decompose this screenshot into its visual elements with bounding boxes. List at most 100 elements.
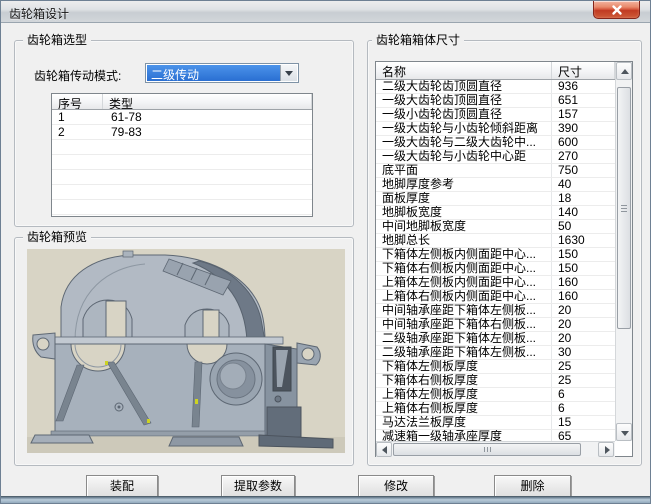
dimension-name: 下箱体左侧板厚度 [376, 360, 552, 373]
dimension-row[interactable]: 下箱体右侧板厚度25 [376, 374, 615, 388]
dimension-value: 936 [552, 80, 615, 93]
assemble-button[interactable]: 装配 [86, 475, 158, 497]
scroll-up-button[interactable] [616, 62, 632, 80]
selection-groupbox: 齿轮箱选型 齿轮箱传动模式: 二级传动 序号 类型 161-78279-83 [14, 40, 354, 227]
close-icon [611, 4, 623, 16]
empty-row [52, 200, 312, 215]
close-button[interactable] [593, 1, 640, 19]
dimension-value: 150 [552, 248, 615, 261]
arrow-up-icon [621, 69, 629, 74]
dimension-value: 18 [552, 192, 615, 205]
dimension-name: 一级大齿轮与小齿轮中心距 [376, 150, 552, 163]
dimension-row[interactable]: 面板厚度18 [376, 192, 615, 206]
transmission-mode-value: 二级传动 [147, 65, 280, 81]
horizontal-scrollbar[interactable] [376, 441, 615, 457]
dimension-row[interactable]: 地脚总长1630 [376, 234, 615, 248]
dimension-value: 140 [552, 206, 615, 219]
dimension-name: 中间轴承座距下箱体左侧板... [376, 304, 552, 317]
type-row-index: 2 [52, 125, 103, 139]
modify-button[interactable]: 修改 [358, 475, 434, 497]
dimension-row[interactable]: 中间地脚板宽度50 [376, 220, 615, 234]
dimension-value: 15 [552, 416, 615, 429]
dimension-row[interactable]: 下箱体左侧板厚度25 [376, 360, 615, 374]
dimension-value: 160 [552, 290, 615, 303]
dimension-row[interactable]: 一级小齿轮齿顶圆直径157 [376, 108, 615, 122]
dimensions-table: 名称 尺寸 二级大齿轮齿顶圆直径936一级大齿轮齿顶圆直径651一级小齿轮齿顶圆… [375, 61, 633, 457]
scroll-left-button[interactable] [376, 442, 392, 457]
vertical-scroll-thumb[interactable] [617, 87, 631, 329]
horizontal-scroll-thumb[interactable] [393, 443, 581, 456]
scroll-right-button[interactable] [598, 442, 614, 457]
transmission-mode-combobox[interactable]: 二级传动 [145, 63, 299, 83]
empty-row [52, 170, 312, 185]
dimension-row[interactable]: 二级轴承座距下箱体左侧板...20 [376, 332, 615, 346]
empty-row [52, 140, 312, 155]
type-row[interactable]: 161-78 [52, 110, 312, 125]
dimension-name: 中间地脚板宽度 [376, 220, 552, 233]
dimension-value: 390 [552, 122, 615, 135]
dimension-row[interactable]: 上箱体右侧板厚度6 [376, 402, 615, 416]
empty-row [52, 155, 312, 170]
dimension-row[interactable]: 上箱体左侧板厚度6 [376, 388, 615, 402]
dimension-value: 651 [552, 94, 615, 107]
type-table: 序号 类型 161-78279-83 [51, 93, 313, 217]
dimension-row[interactable]: 地脚厚度参考40 [376, 178, 615, 192]
dimension-row[interactable]: 上箱体右侧板内侧面距中心...160 [376, 290, 615, 304]
dimension-value: 20 [552, 332, 615, 345]
column-header-size[interactable]: 尺寸 [552, 62, 615, 79]
dimensions-table-header: 名称 尺寸 [376, 62, 615, 80]
dimension-name: 二级大齿轮齿顶圆直径 [376, 80, 552, 93]
extract-params-button[interactable]: 提取参数 [221, 475, 295, 497]
combobox-dropdown-button[interactable] [280, 65, 297, 81]
dimension-value: 1630 [552, 234, 615, 247]
dimension-row[interactable]: 上箱体左侧板内侧面距中心...160 [376, 276, 615, 290]
type-row[interactable]: 279-83 [52, 125, 312, 140]
dimension-row[interactable]: 一级大齿轮与二级大齿轮中...600 [376, 136, 615, 150]
dimension-row[interactable]: 下箱体左侧板内侧面距中心...150 [376, 248, 615, 262]
dimension-name: 地脚总长 [376, 234, 552, 247]
dimension-value: 600 [552, 136, 615, 149]
vertical-scrollbar[interactable] [615, 62, 632, 441]
dimension-row[interactable]: 一级大齿轮与小齿轮倾斜距离390 [376, 122, 615, 136]
dimension-row[interactable]: 一级大齿轮与小齿轮中心距270 [376, 150, 615, 164]
dimension-name: 上箱体右侧板内侧面距中心... [376, 290, 552, 303]
dimension-row[interactable]: 马达法兰板厚度15 [376, 416, 615, 430]
column-header-index[interactable]: 序号 [52, 94, 103, 109]
dimension-name: 下箱体右侧板内侧面距中心... [376, 262, 552, 275]
column-header-name[interactable]: 名称 [376, 62, 552, 79]
dimension-row[interactable]: 中间轴承座距下箱体右侧板...20 [376, 318, 615, 332]
dimension-row[interactable]: 二级大齿轮齿顶圆直径936 [376, 80, 615, 94]
dimension-value: 40 [552, 178, 615, 191]
dimensions-table-body: 二级大齿轮齿顶圆直径936一级大齿轮齿顶圆直径651一级小齿轮齿顶圆直径157一… [376, 80, 615, 441]
chevron-down-icon [285, 71, 293, 76]
dimension-row[interactable]: 二级轴承座距下箱体左侧板...30 [376, 346, 615, 360]
dimension-value: 270 [552, 150, 615, 163]
dimension-row[interactable]: 底平面750 [376, 164, 615, 178]
dimension-name: 马达法兰板厚度 [376, 416, 552, 429]
dimension-name: 上箱体左侧板厚度 [376, 388, 552, 401]
dimension-name: 减速箱一级轴承座厚度 [376, 430, 552, 441]
title-bar[interactable]: 齿轮箱设计 [1, 1, 650, 23]
preview-groupbox: 齿轮箱预览 [14, 237, 354, 466]
selection-group-title: 齿轮箱选型 [23, 33, 91, 47]
delete-button[interactable]: 删除 [494, 475, 571, 497]
scroll-down-button[interactable] [616, 423, 632, 441]
dimension-value: 20 [552, 304, 615, 317]
dimension-name: 地脚板宽度 [376, 206, 552, 219]
column-header-type[interactable]: 类型 [103, 94, 312, 109]
dimension-row[interactable]: 下箱体右侧板内侧面距中心...150 [376, 262, 615, 276]
dimensions-groupbox: 齿轮箱箱体尺寸 名称 尺寸 二级大齿轮齿顶圆直径936一级大齿轮齿顶圆直径651… [367, 40, 642, 466]
dimension-value: 150 [552, 262, 615, 275]
dimension-name: 下箱体右侧板厚度 [376, 374, 552, 387]
dimension-name: 地脚厚度参考 [376, 178, 552, 191]
transmission-mode-label: 齿轮箱传动模式: [34, 67, 121, 84]
dimension-name: 一级小齿轮齿顶圆直径 [376, 108, 552, 121]
dimension-name: 上箱体右侧板厚度 [376, 402, 552, 415]
dimension-value: 6 [552, 402, 615, 415]
dimension-row[interactable]: 中间轴承座距下箱体左侧板...20 [376, 304, 615, 318]
dimension-row[interactable]: 减速箱一级轴承座厚度65 [376, 430, 615, 441]
dimension-name: 二级轴承座距下箱体左侧板... [376, 332, 552, 345]
dimension-value: 157 [552, 108, 615, 121]
dimension-row[interactable]: 一级大齿轮齿顶圆直径651 [376, 94, 615, 108]
dimension-row[interactable]: 地脚板宽度140 [376, 206, 615, 220]
